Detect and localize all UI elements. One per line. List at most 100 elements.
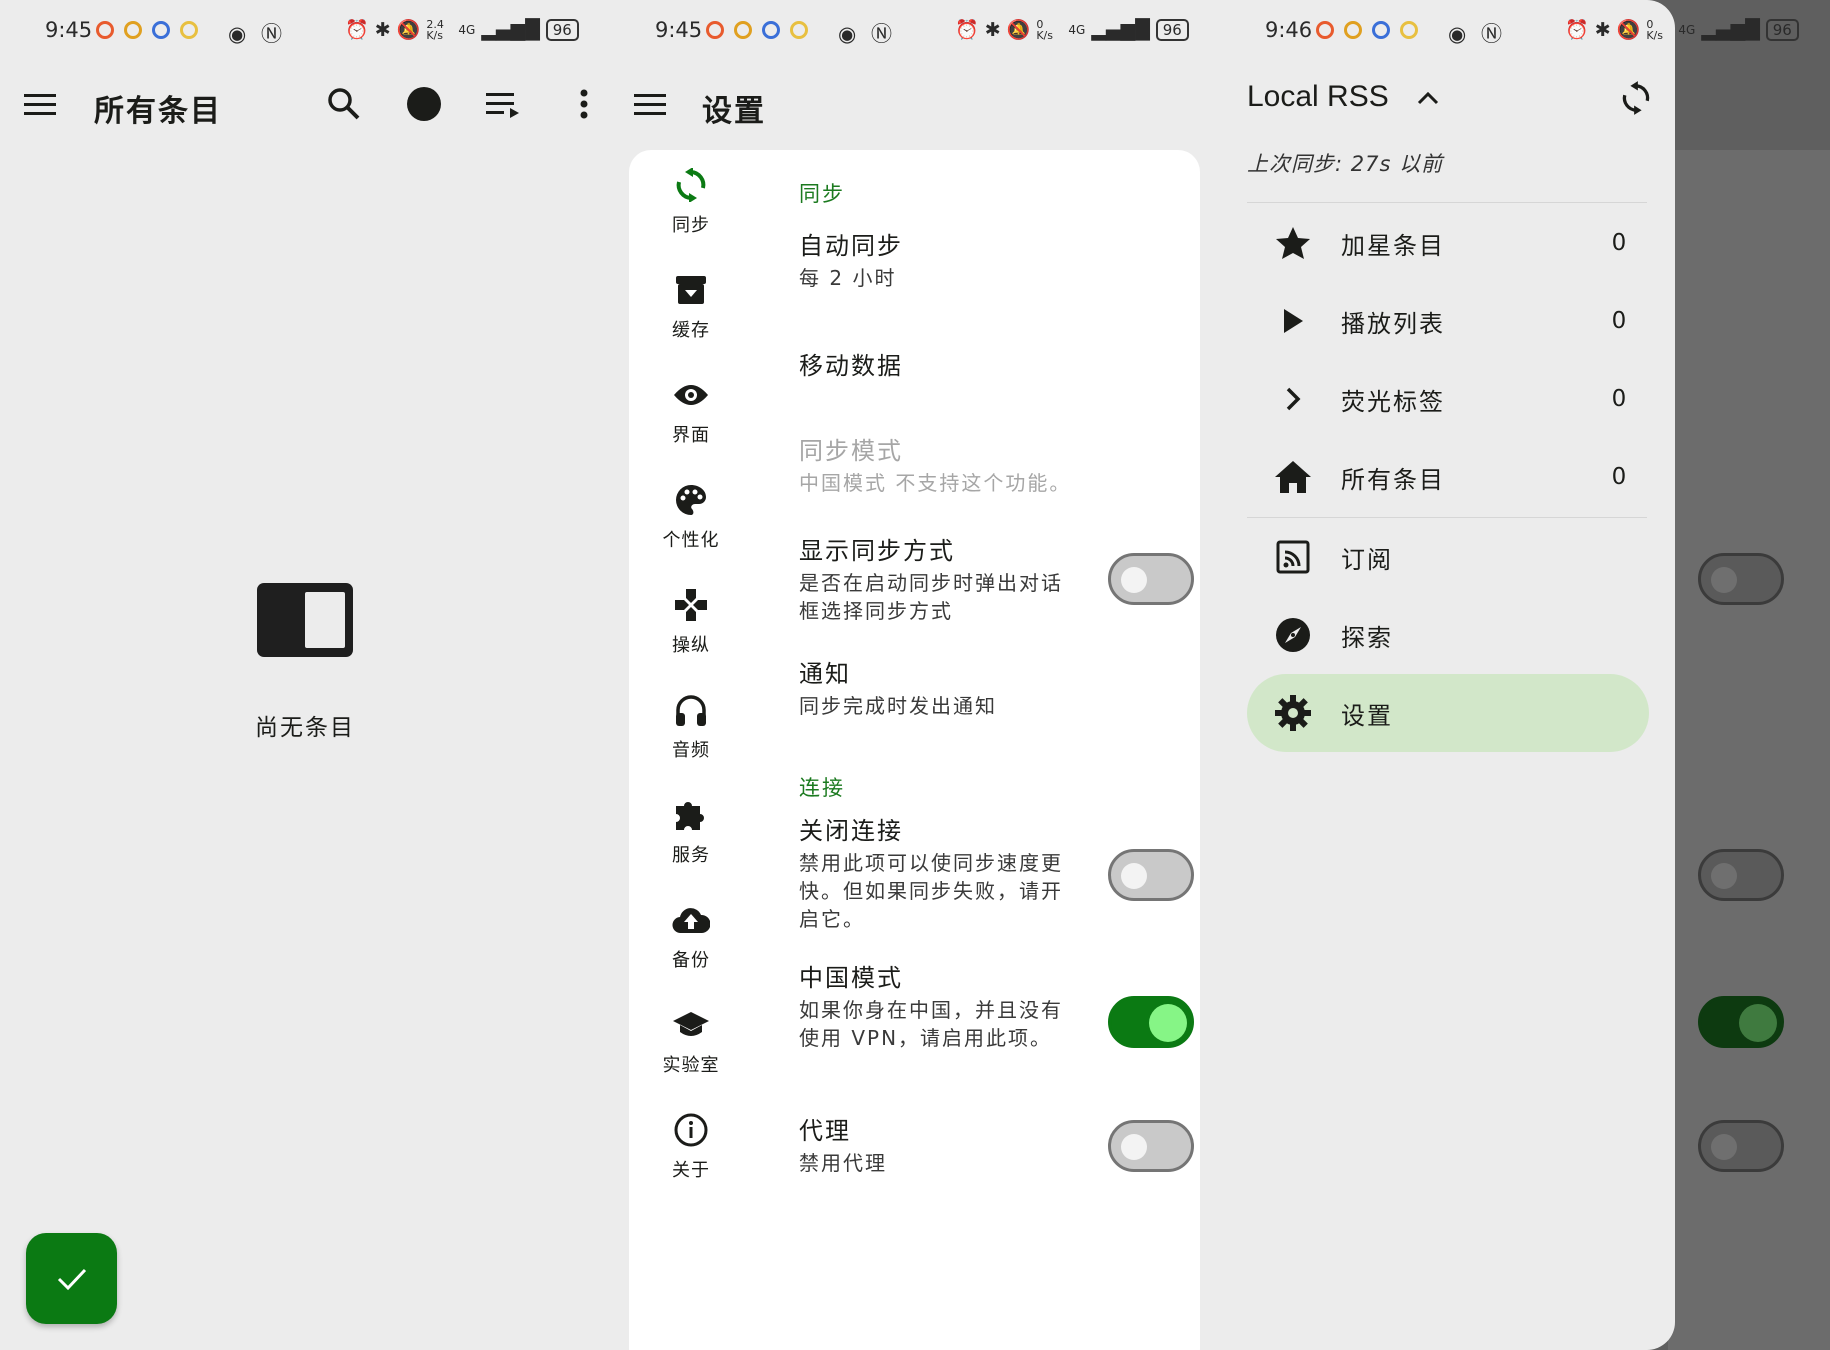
nav-services[interactable]: 服务 — [641, 795, 741, 867]
nav-interface[interactable]: 界面 — [641, 375, 741, 447]
search-icon[interactable] — [320, 80, 368, 128]
setting-desc: 每 2 小时 — [799, 266, 897, 290]
nav-label: 备份 — [672, 950, 710, 971]
setting-desc: 如果你身在中国，并且没有使用 VPN，请启用此项。 — [799, 998, 1063, 1050]
nav-controls[interactable]: 操纵 — [641, 585, 741, 657]
nav-label: 服务 — [672, 845, 710, 866]
drawer-item-label: 设置 — [1341, 701, 1393, 730]
signal-icon: ▂▄▆█ — [481, 18, 540, 41]
school-icon — [641, 1005, 741, 1045]
alarm-bluetooth-silent-icons: ⏰ ✱ 🔕 — [955, 19, 1031, 41]
drawer-item-starred[interactable]: 加星条目 0 — [1247, 204, 1649, 282]
setting-title: 中国模式 — [799, 964, 903, 992]
drawer-item-all-items[interactable]: 所有条目 0 — [1247, 438, 1649, 516]
archive-icon — [641, 270, 741, 310]
setting-mobile-data[interactable]: 移动数据 — [799, 350, 1069, 382]
notification-icon — [790, 21, 808, 39]
network-type: 4G — [1068, 22, 1086, 37]
setting-china-mode[interactable]: 中国模式 如果你身在中国，并且没有使用 VPN，请启用此项。 — [799, 962, 1069, 1052]
sync-icon[interactable] — [1612, 74, 1660, 122]
drawer-item-playlist[interactable]: 播放列表 0 — [1247, 282, 1649, 360]
status-bar: 9:45 ◉ Ⓝ ⏰ ✱ 🔕 0 K/s 4G ▂▄▆█ 96 — [610, 0, 1220, 60]
account-name: Local RSS — [1247, 80, 1389, 113]
star-icon — [1269, 219, 1317, 267]
notification-icons — [706, 21, 808, 39]
notification-icon — [1344, 21, 1362, 39]
setting-close-connection[interactable]: 关闭连接 禁用此项可以使同步速度更快。但如果同步失败，请开启它。 — [799, 815, 1069, 933]
nav-cache[interactable]: 缓存 — [641, 270, 741, 342]
net-speed: 0 K/s — [1036, 17, 1053, 42]
headphones-icon — [641, 690, 741, 730]
drawer-item-count: 0 — [1611, 308, 1627, 334]
drawer-item-explore[interactable]: 探索 — [1247, 596, 1649, 674]
setting-notify[interactable]: 通知 同步完成时发出通知 — [799, 658, 1069, 720]
alarm-bluetooth-silent-icons: ⏰ ✱ 🔕 — [345, 19, 421, 41]
split-view-icon — [257, 583, 353, 657]
eye-nfc-icons: ◉ Ⓝ — [228, 22, 286, 46]
notification-icons — [96, 21, 198, 39]
chevron-right-icon — [1269, 375, 1317, 423]
notification-icons — [1316, 21, 1418, 39]
show-sync-method-toggle[interactable] — [1108, 553, 1194, 605]
divider — [1247, 202, 1647, 203]
nav-sync[interactable]: 同步 — [641, 165, 741, 237]
setting-proxy[interactable]: 代理 禁用代理 — [799, 1115, 1069, 1177]
nav-audio[interactable]: 音频 — [641, 690, 741, 762]
dimmed-toggle — [1698, 849, 1784, 901]
toggle-knob — [1121, 1134, 1147, 1160]
nav-personalize[interactable]: 个性化 — [641, 480, 741, 552]
eye-nfc-icons: ◉ Ⓝ — [1448, 22, 1506, 46]
setting-desc: 禁用代理 — [799, 1151, 887, 1175]
toggle-knob — [1739, 1004, 1777, 1042]
drawer-item-label: 所有条目 — [1341, 465, 1445, 494]
setting-desc: 禁用此项可以使同步速度更快。但如果同步失败，请开启它。 — [799, 851, 1063, 931]
setting-show-sync-method[interactable]: 显示同步方式 是否在启动同步时弹出对话框选择同步方式 — [799, 535, 1069, 625]
setting-title: 显示同步方式 — [799, 537, 955, 565]
rss-feed-icon — [1269, 533, 1317, 581]
playlist-icon[interactable] — [480, 80, 528, 128]
eye-nfc-icons: ◉ Ⓝ — [838, 22, 896, 46]
settings-card: 同步 缓存 界面 个性化 操纵 音频 服务 备份 实验室 关于 同步 自动同步 … — [629, 150, 1200, 1350]
eye-icon — [641, 375, 741, 415]
sync-icon — [641, 165, 741, 205]
last-sync-text: 上次同步: 27s 以前 — [1247, 152, 1444, 176]
drawer-item-highlights[interactable]: 荧光标签 0 — [1247, 360, 1649, 438]
battery-level: 96 — [1765, 18, 1799, 41]
china-mode-toggle[interactable] — [1108, 996, 1194, 1048]
nav-label: 同步 — [672, 215, 710, 236]
setting-auto-sync[interactable]: 自动同步 每 2 小时 — [799, 230, 1069, 292]
top-app-bar: 设置 — [610, 70, 1220, 140]
signal-icon: ▂▄▆█ — [1701, 18, 1760, 41]
status-time: 9:45 — [655, 18, 703, 42]
drawer-item-label: 订阅 — [1341, 545, 1393, 574]
drawer-item-subscriptions[interactable]: 订阅 — [1247, 518, 1649, 596]
mark-all-read-button[interactable] — [26, 1233, 117, 1324]
check-icon — [57, 1268, 86, 1290]
nav-about[interactable]: 关于 — [641, 1110, 741, 1182]
setting-title: 同步模式 — [799, 437, 903, 465]
nav-labs[interactable]: 实验室 — [641, 1005, 741, 1077]
drawer-item-settings[interactable]: 设置 — [1247, 674, 1649, 752]
dimmed-toggle — [1698, 1120, 1784, 1172]
proxy-toggle[interactable] — [1108, 1120, 1194, 1172]
menu-icon[interactable] — [16, 80, 64, 128]
all-items-screen: 9:45 ◉ Ⓝ ⏰ ✱ 🔕 2.4 K/s 4G ▂▄▆█ 96 所有条目 尚… — [0, 0, 610, 1350]
drawer-item-label: 播放列表 — [1341, 309, 1445, 338]
notification-icon — [124, 21, 142, 39]
close-connection-toggle[interactable] — [1108, 849, 1194, 901]
setting-sync-mode: 同步模式 中国模式 不支持这个功能。 — [799, 435, 1099, 497]
filled-circle-icon[interactable] — [400, 80, 448, 128]
nav-backup[interactable]: 备份 — [641, 900, 741, 972]
menu-icon[interactable] — [626, 80, 674, 128]
chevron-up-icon — [1418, 91, 1439, 105]
play-icon — [1269, 297, 1317, 345]
nav-label: 界面 — [672, 425, 710, 446]
toggle-knob — [1711, 1134, 1737, 1160]
account-switcher[interactable]: Local RSS — [1247, 80, 1439, 114]
nav-label: 关于 — [672, 1160, 710, 1181]
dimmed-toggle — [1698, 996, 1784, 1048]
status-right: ⏰ ✱ 🔕 2.4 K/s 4G ▂▄▆█ 96 — [345, 18, 579, 41]
home-icon — [1269, 453, 1317, 501]
notification-icon — [762, 21, 780, 39]
more-vert-icon[interactable] — [560, 80, 608, 128]
